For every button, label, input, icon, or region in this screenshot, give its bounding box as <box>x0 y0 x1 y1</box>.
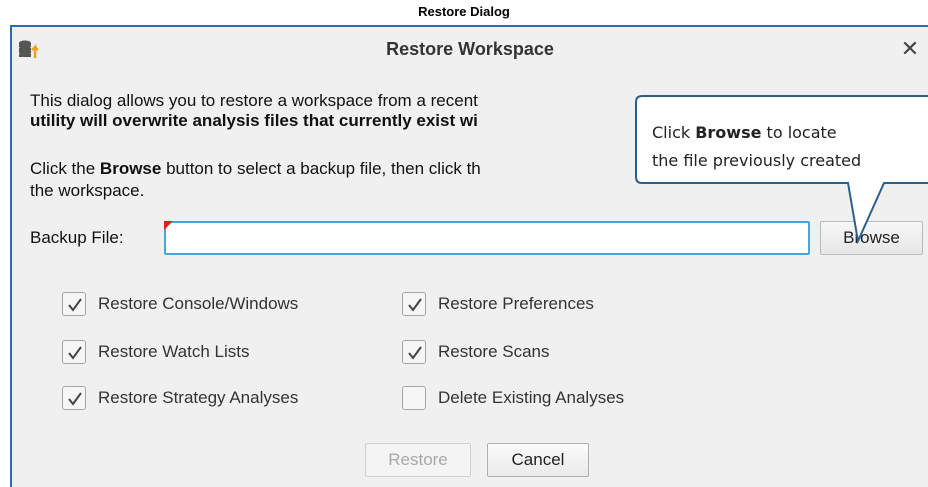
checkbox-label: Restore Strategy Analyses <box>98 388 299 407</box>
checkbox-label: Delete Existing Analyses <box>438 388 625 407</box>
required-marker <box>164 221 173 230</box>
checkbox-label: Restore Watch Lists <box>98 342 250 361</box>
cancel-button[interactable]: Cancel <box>487 443 589 477</box>
checkbox-label: Restore Scans <box>438 342 550 361</box>
checkmark-icon <box>68 298 82 312</box>
checkbox-box[interactable] <box>62 340 86 364</box>
instruction-browse-word: Browse <box>99 159 162 178</box>
checkmark-icon <box>68 392 82 406</box>
checkbox-box[interactable] <box>62 292 86 316</box>
instruction-text-1: Click the <box>30 159 100 178</box>
callout-line-2: the file previously created <box>652 151 862 170</box>
callout-text: Click Browse to locate the file previous… <box>652 119 928 175</box>
checkmark-icon <box>68 346 82 360</box>
checkbox-box[interactable] <box>402 386 426 410</box>
figure-caption: Restore Dialog <box>418 4 510 19</box>
callout-suffix: to locate <box>761 123 837 142</box>
checkbox-label: Restore Console/Windows <box>98 294 299 313</box>
checkmark-icon <box>408 298 422 312</box>
dialog-titlebar: Restore Workspace ✕ <box>12 27 928 72</box>
callout-browse-word: Browse <box>695 123 762 142</box>
restore-button[interactable]: Restore <box>365 443 471 477</box>
checkbox-box[interactable] <box>62 386 86 410</box>
checkbox-box[interactable] <box>402 292 426 316</box>
checkmark-icon <box>408 346 422 360</box>
callout-prefix: Click <box>652 123 696 142</box>
close-icon[interactable]: ✕ <box>898 37 922 61</box>
checkbox-box[interactable] <box>402 340 426 364</box>
instruction-text-2: button to select a backup file, then cli… <box>161 159 481 178</box>
backup-file-label: Backup File: <box>30 228 124 247</box>
restore-workspace-dialog: Restore Workspace ✕ This dialog allows y… <box>10 25 928 487</box>
browse-callout: Click Browse to locate the file previous… <box>632 95 928 255</box>
checkbox-label: Restore Preferences <box>438 294 594 313</box>
dialog-title: Restore Workspace <box>386 39 554 59</box>
